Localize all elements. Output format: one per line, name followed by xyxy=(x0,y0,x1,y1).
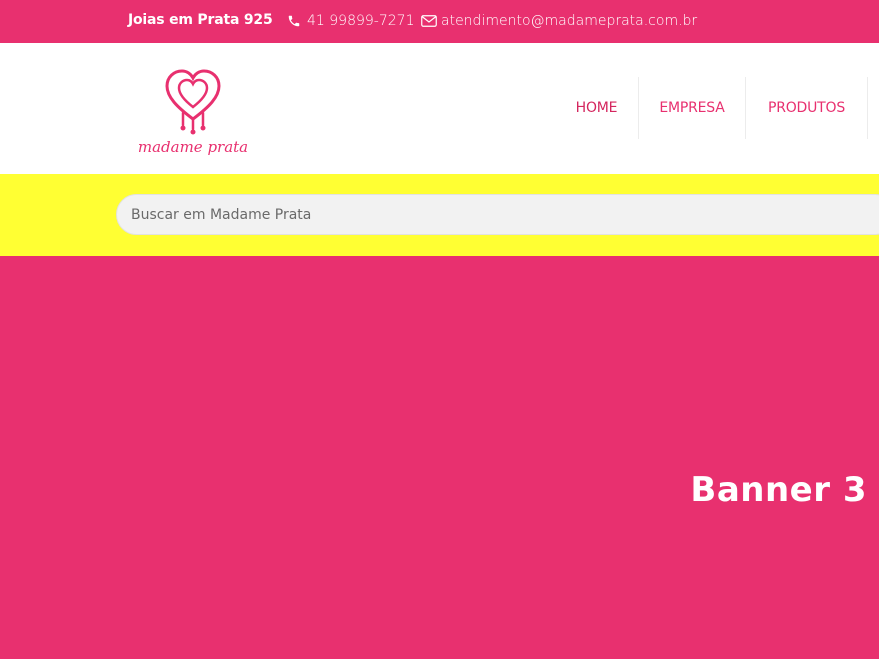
main-nav: HOME EMPRESA PRODUTOS xyxy=(555,77,868,139)
search-bar xyxy=(0,174,879,256)
top-info-bar: Joias em Prata 925 41 99899-7271 atendim… xyxy=(0,0,879,43)
site-logo[interactable]: madame prata xyxy=(127,59,259,159)
phone-link[interactable]: 41 99899-7271 xyxy=(307,13,414,29)
phone-icon xyxy=(288,15,300,27)
logo-wordmark: madame prata xyxy=(138,138,248,156)
nav-empresa[interactable]: EMPRESA xyxy=(639,77,746,139)
search-input[interactable] xyxy=(116,194,879,235)
hero-banner: Banner 3 xyxy=(0,256,879,659)
email-link[interactable]: atendimento@madameprata.com.br xyxy=(441,13,697,29)
banner-title: Banner 3 xyxy=(690,470,867,510)
nav-home[interactable]: HOME xyxy=(555,77,639,139)
envelope-icon xyxy=(421,15,437,27)
madame-prata-logo-icon: madame prata xyxy=(138,69,248,156)
nav-produtos[interactable]: PRODUTOS xyxy=(746,77,868,139)
site-header: madame prata HOME EMPRESA PRODUTOS xyxy=(0,43,879,174)
tagline: Joias em Prata 925 xyxy=(128,12,273,28)
